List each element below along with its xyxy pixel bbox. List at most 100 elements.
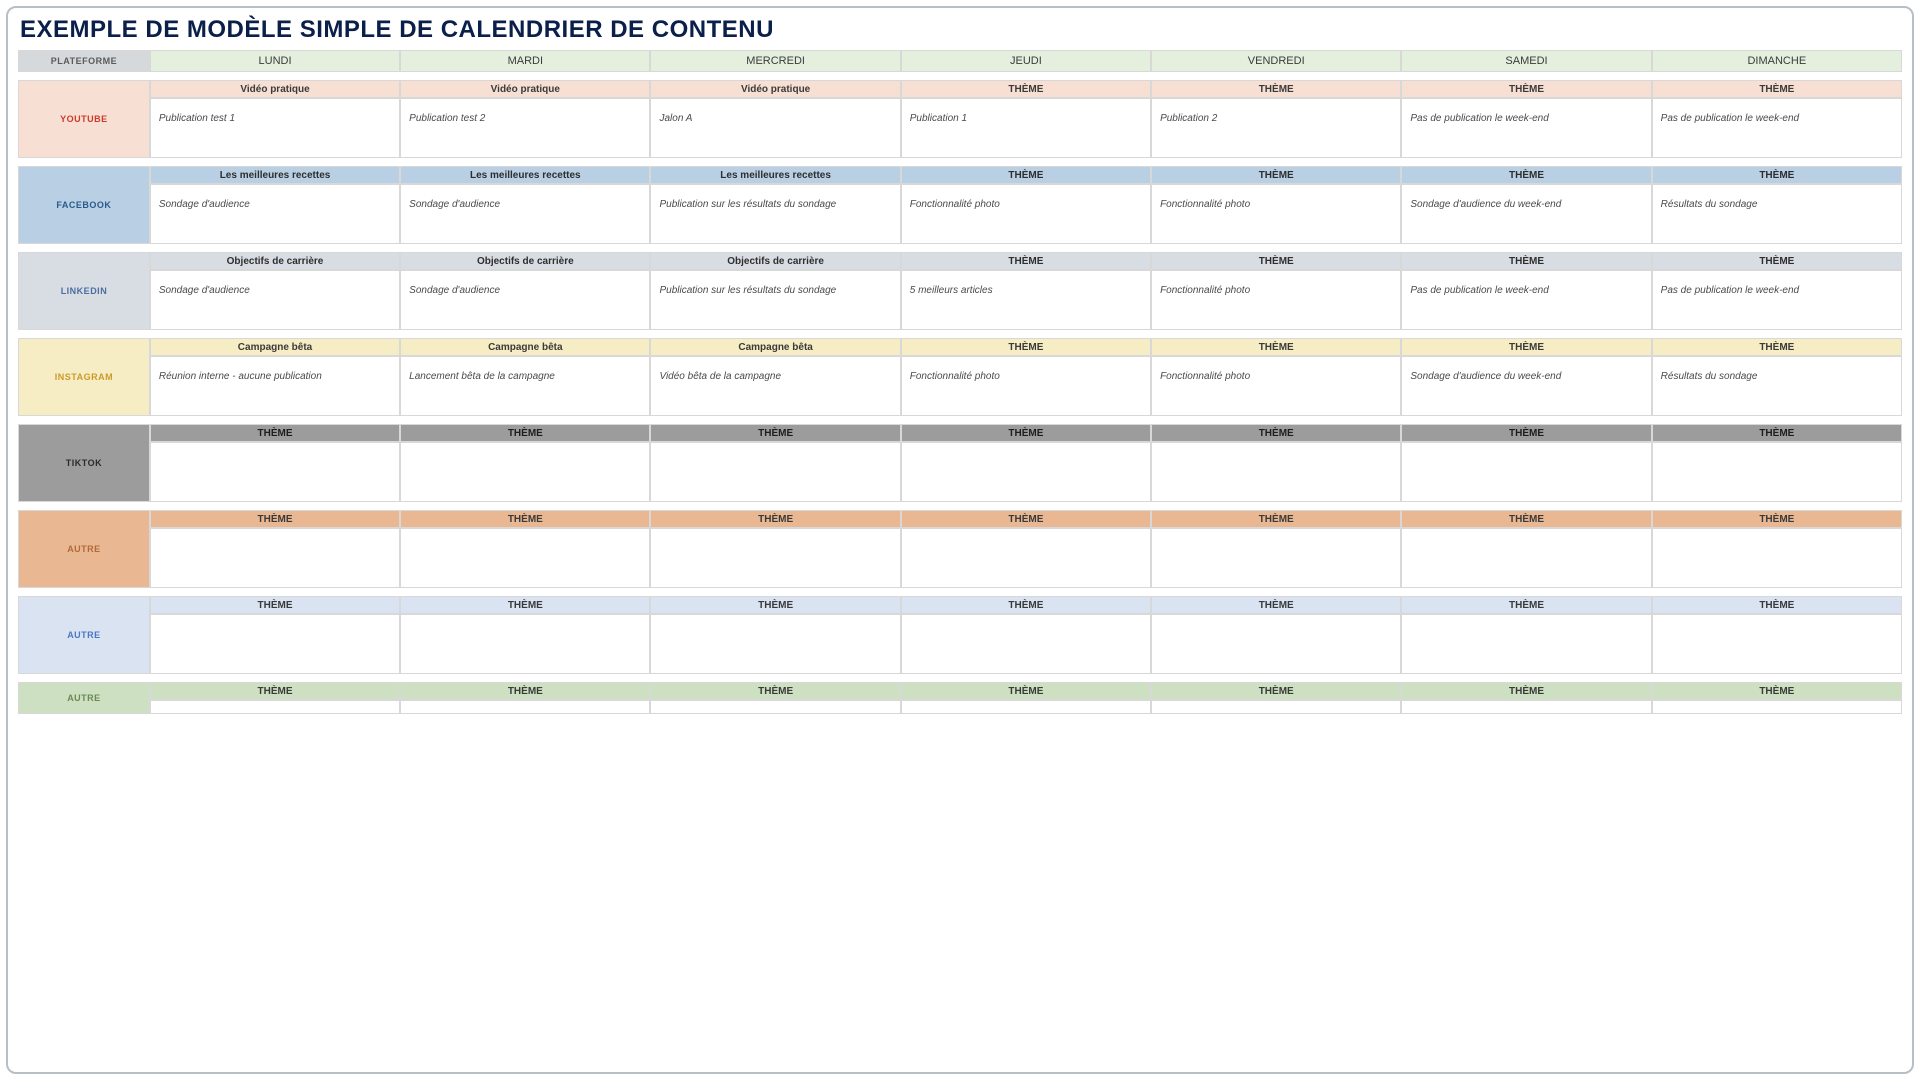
content-cell xyxy=(1652,442,1902,502)
theme-cell: Campagne bêta xyxy=(150,338,400,356)
content-cell xyxy=(400,528,650,588)
theme-cell: THÈME xyxy=(1652,682,1902,700)
platform-content-row: Sondage d'audienceSondage d'audiencePubl… xyxy=(18,270,1902,330)
content-cell: Sondage d'audience xyxy=(150,184,400,244)
theme-cell: THÈME xyxy=(1652,338,1902,356)
spacer-row xyxy=(18,158,1902,166)
platform-label-youtube: YOUTUBE xyxy=(18,80,150,158)
content-cell: Pas de publication le week-end xyxy=(1652,98,1902,158)
spacer-row xyxy=(18,416,1902,424)
content-cell xyxy=(1652,528,1902,588)
theme-cell: Les meilleures recettes xyxy=(150,166,400,184)
content-cell: Publication sur les résultats du sondage xyxy=(650,184,900,244)
theme-cell: THÈME xyxy=(1151,80,1401,98)
content-cell: Lancement bêta de la campagne xyxy=(400,356,650,416)
theme-cell: THÈME xyxy=(1401,424,1651,442)
header-day: SAMEDI xyxy=(1401,50,1651,72)
theme-cell: Campagne bêta xyxy=(400,338,650,356)
platform-content-row xyxy=(18,614,1902,674)
platform-label-autre3: AUTRE xyxy=(18,682,150,714)
header-platform-label: PLATEFORME xyxy=(18,50,150,72)
content-cell: Réunion interne - aucune publication xyxy=(150,356,400,416)
content-cell: Jalon A xyxy=(650,98,900,158)
content-cell: Publication test 1 xyxy=(150,98,400,158)
content-cell: Sondage d'audience xyxy=(400,184,650,244)
content-cell: Fonctionnalité photo xyxy=(1151,184,1401,244)
platform-theme-row: AUTRETHÈMETHÈMETHÈMETHÈMETHÈMETHÈMETHÈME xyxy=(18,510,1902,528)
theme-cell: THÈME xyxy=(901,682,1151,700)
spacer-row xyxy=(18,502,1902,510)
theme-cell: THÈME xyxy=(1652,166,1902,184)
content-cell xyxy=(1652,614,1902,674)
platform-content-row: Sondage d'audienceSondage d'audiencePubl… xyxy=(18,184,1902,244)
content-cell xyxy=(901,442,1151,502)
content-cell xyxy=(400,442,650,502)
content-cell: Fonctionnalité photo xyxy=(901,356,1151,416)
content-cell: Publication 1 xyxy=(901,98,1151,158)
theme-cell: THÈME xyxy=(1401,510,1651,528)
theme-cell: THÈME xyxy=(1151,510,1401,528)
theme-cell: THÈME xyxy=(1652,252,1902,270)
content-cell: Sondage d'audience du week-end xyxy=(1401,184,1651,244)
theme-cell: THÈME xyxy=(1151,166,1401,184)
spacer-row xyxy=(18,244,1902,252)
platform-content-row xyxy=(18,442,1902,502)
spacer-row xyxy=(18,72,1902,80)
content-cell xyxy=(1401,528,1651,588)
theme-cell: THÈME xyxy=(150,424,400,442)
theme-cell: THÈME xyxy=(901,252,1151,270)
content-cell xyxy=(1151,614,1401,674)
content-cell xyxy=(1652,700,1902,714)
content-cell: Sondage d'audience du week-end xyxy=(1401,356,1651,416)
theme-cell: THÈME xyxy=(1401,596,1651,614)
platform-content-row xyxy=(18,528,1902,588)
theme-cell: THÈME xyxy=(1151,252,1401,270)
spacer-row xyxy=(18,588,1902,596)
content-cell: Pas de publication le week-end xyxy=(1401,98,1651,158)
content-cell: Sondage d'audience xyxy=(400,270,650,330)
content-cell xyxy=(650,614,900,674)
theme-cell: THÈME xyxy=(1151,596,1401,614)
header-row: PLATEFORME LUNDI MARDI MERCREDI JEUDI VE… xyxy=(18,50,1902,72)
theme-cell: THÈME xyxy=(901,166,1151,184)
theme-cell: Les meilleures recettes xyxy=(400,166,650,184)
spacer-row xyxy=(18,674,1902,682)
header-day: MARDI xyxy=(400,50,650,72)
content-cell xyxy=(1401,614,1651,674)
platform-label-autre2: AUTRE xyxy=(18,596,150,674)
content-cell xyxy=(400,614,650,674)
platform-label-instagram: INSTAGRAM xyxy=(18,338,150,416)
theme-cell: THÈME xyxy=(150,510,400,528)
content-cell xyxy=(650,442,900,502)
theme-cell: THÈME xyxy=(400,424,650,442)
content-cell: Publication test 2 xyxy=(400,98,650,158)
theme-cell: THÈME xyxy=(400,596,650,614)
content-cell xyxy=(1151,442,1401,502)
platform-theme-row: AUTRETHÈMETHÈMETHÈMETHÈMETHÈMETHÈMETHÈME xyxy=(18,596,1902,614)
content-cell xyxy=(901,528,1151,588)
content-cell xyxy=(650,528,900,588)
theme-cell: THÈME xyxy=(1401,338,1651,356)
theme-cell: THÈME xyxy=(901,338,1151,356)
platform-label-autre1: AUTRE xyxy=(18,510,150,588)
header-day: JEUDI xyxy=(901,50,1151,72)
content-cell xyxy=(150,442,400,502)
theme-cell: THÈME xyxy=(150,682,400,700)
platform-label-linkedin: LINKEDIN xyxy=(18,252,150,330)
header-day: DIMANCHE xyxy=(1652,50,1902,72)
content-cell xyxy=(400,700,650,714)
content-cell: Résultats du sondage xyxy=(1652,184,1902,244)
theme-cell: THÈME xyxy=(650,510,900,528)
content-cell xyxy=(1151,700,1401,714)
theme-cell: THÈME xyxy=(1401,80,1651,98)
theme-cell: Objectifs de carrière xyxy=(400,252,650,270)
theme-cell: THÈME xyxy=(1401,682,1651,700)
platform-content-row: Publication test 1Publication test 2Jalo… xyxy=(18,98,1902,158)
content-calendar-table: PLATEFORME LUNDI MARDI MERCREDI JEUDI VE… xyxy=(18,50,1902,714)
platform-content-row: Réunion interne - aucune publicationLanc… xyxy=(18,356,1902,416)
content-cell xyxy=(150,614,400,674)
theme-cell: THÈME xyxy=(1401,252,1651,270)
theme-cell: THÈME xyxy=(1151,338,1401,356)
platform-theme-row: YOUTUBEVidéo pratiqueVidéo pratiqueVidéo… xyxy=(18,80,1902,98)
content-cell: Pas de publication le week-end xyxy=(1401,270,1651,330)
